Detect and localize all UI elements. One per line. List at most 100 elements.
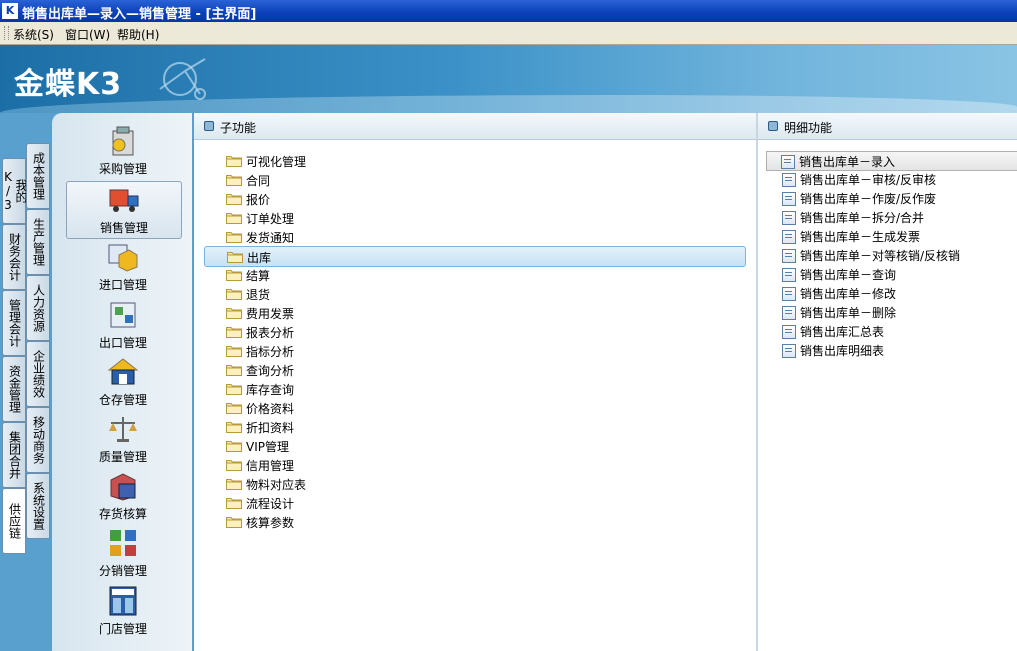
detail-item[interactable]: 销售出库单－删除 bbox=[768, 303, 1017, 321]
detail-item[interactable]: 销售出库单－作废/反作废 bbox=[768, 189, 1017, 207]
menu-window[interactable]: 窗口(W) bbox=[65, 26, 110, 43]
folder-icon bbox=[226, 175, 242, 186]
module-distribution[interactable]: 分销管理 bbox=[66, 525, 180, 581]
tab-my-k3[interactable]: 我的K/3 bbox=[1, 158, 28, 224]
folder-icon bbox=[226, 422, 242, 433]
detail-item[interactable]: 销售出库单－对等核销/反核销 bbox=[768, 246, 1017, 264]
subfunction-item[interactable]: 查询分析 bbox=[204, 360, 744, 379]
module-warehouse[interactable]: 仓存管理 bbox=[66, 354, 180, 410]
detail-label: 销售出库单－修改 bbox=[800, 287, 897, 301]
folder-icon bbox=[226, 346, 242, 357]
detail-item[interactable]: 销售出库单－拆分/合并 bbox=[768, 208, 1017, 226]
subfunction-item[interactable]: 费用发票 bbox=[204, 303, 744, 322]
menu-system[interactable]: 系统(S) bbox=[13, 26, 54, 43]
brand-banner: 金蝶K3 bbox=[0, 45, 1017, 113]
subfunction-item[interactable]: 发货通知 bbox=[204, 227, 744, 246]
module-sales[interactable]: 销售管理 bbox=[66, 181, 182, 239]
sales-truck-icon bbox=[109, 189, 139, 212]
tab-production-management[interactable]: 生产管理 bbox=[26, 209, 50, 275]
app-icon: K bbox=[2, 3, 18, 19]
folder-icon bbox=[226, 327, 242, 338]
subfunction-item[interactable]: 流程设计 bbox=[204, 493, 744, 512]
tab-cost-management[interactable]: 成本管理 bbox=[26, 143, 50, 209]
subfunction-label: 发货通知 bbox=[246, 231, 295, 245]
menu-bar: 系统(S) 窗口(W) 帮助(H) bbox=[0, 22, 1017, 45]
menu-help[interactable]: 帮助(H) bbox=[117, 26, 159, 43]
detail-label: 销售出库明细表 bbox=[800, 344, 885, 358]
detail-item[interactable]: 销售出库明细表 bbox=[768, 341, 1017, 359]
document-icon bbox=[782, 306, 796, 320]
folder-icon bbox=[226, 156, 242, 167]
module-quality[interactable]: 质量管理 bbox=[66, 411, 180, 467]
document-icon bbox=[782, 268, 796, 282]
module-shop[interactable]: 门店管理 bbox=[66, 583, 180, 639]
subfunction-item[interactable]: 出库 bbox=[204, 246, 746, 267]
subfunction-item[interactable]: 报价 bbox=[204, 189, 744, 208]
export-icon bbox=[110, 302, 136, 328]
subfunction-label: 指标分析 bbox=[246, 345, 295, 359]
module-inventory-calc[interactable]: 存货核算 bbox=[66, 468, 180, 524]
subfunction-item[interactable]: VIP管理 bbox=[204, 436, 744, 455]
document-icon bbox=[782, 344, 796, 358]
inventory-calc-icon bbox=[110, 473, 136, 501]
document-icon bbox=[782, 192, 796, 206]
tab-group-consolidation[interactable]: 集团合并 bbox=[2, 422, 26, 488]
tab-fund-management[interactable]: 资金管理 bbox=[2, 356, 26, 422]
tab-supply-chain[interactable]: 供应链 bbox=[2, 488, 26, 554]
detail-item[interactable]: 销售出库单－生成发票 bbox=[768, 227, 1017, 245]
subfunction-item[interactable]: 物料对应表 bbox=[204, 474, 744, 493]
subfunction-item[interactable]: 价格资料 bbox=[204, 398, 744, 417]
tab-mobile-commerce[interactable]: 移动商务 bbox=[26, 407, 50, 473]
subfunction-item[interactable]: 合同 bbox=[204, 170, 744, 189]
detail-header: 明细功能 bbox=[758, 113, 1017, 140]
subfunction-label: 出库 bbox=[247, 251, 272, 265]
subfunction-item[interactable]: 核算参数 bbox=[204, 512, 744, 531]
module-export[interactable]: 出口管理 bbox=[66, 297, 180, 353]
subfunction-item[interactable]: 可视化管理 bbox=[204, 151, 744, 170]
detail-item[interactable]: 销售出库单－录入 bbox=[766, 151, 1017, 171]
document-icon bbox=[782, 287, 796, 301]
detail-label: 销售出库单－查询 bbox=[800, 268, 897, 282]
subfunction-item[interactable]: 库存查询 bbox=[204, 379, 744, 398]
subfunction-pane: 子功能 可视化管理 合同 报价 订单处理 发货通知 出库 结算 退货 费用发票 报表分析 指标分析查… bbox=[194, 113, 756, 651]
subfunction-item[interactable]: 指标分析 bbox=[204, 341, 744, 360]
warehouse-icon bbox=[107, 358, 139, 385]
detail-label: 销售出库单－录入 bbox=[799, 155, 896, 169]
tab-financial-accounting[interactable]: 财务会计 bbox=[2, 224, 26, 290]
subfunction-item[interactable]: 订单处理 bbox=[204, 208, 744, 227]
detail-label: 销售出库单－拆分/合并 bbox=[800, 211, 925, 225]
folder-icon bbox=[226, 365, 242, 376]
detail-item[interactable]: 销售出库汇总表 bbox=[768, 322, 1017, 340]
tab-management-accounting[interactable]: 管理会计 bbox=[2, 290, 26, 356]
title-bar: K 销售出库单—录入—销售管理 - [主界面] bbox=[0, 0, 1017, 22]
folder-icon bbox=[227, 252, 243, 263]
subfunction-label: 合同 bbox=[246, 174, 271, 188]
subfunction-label: 订单处理 bbox=[246, 212, 295, 226]
subfunction-item[interactable]: 报表分析 bbox=[204, 322, 744, 341]
tab-system-settings[interactable]: 系统设置 bbox=[26, 473, 50, 539]
tab-human-resources[interactable]: 人力资源 bbox=[26, 275, 50, 341]
subfunction-label: 信用管理 bbox=[246, 459, 295, 473]
module-import[interactable]: 进口管理 bbox=[66, 239, 180, 295]
document-icon bbox=[781, 155, 795, 169]
menu-grip bbox=[4, 26, 9, 40]
detail-label: 销售出库汇总表 bbox=[800, 325, 885, 339]
detail-label: 销售出库单－生成发票 bbox=[800, 230, 921, 244]
subfunction-label: 库存查询 bbox=[246, 383, 295, 397]
folder-icon bbox=[226, 384, 242, 395]
subfunction-item[interactable]: 信用管理 bbox=[204, 455, 744, 474]
detail-item[interactable]: 销售出库单－审核/反审核 bbox=[768, 170, 1017, 188]
detail-item[interactable]: 销售出库单－查询 bbox=[768, 265, 1017, 283]
subfunction-label: 核算参数 bbox=[246, 516, 295, 530]
module-purchase[interactable]: 采购管理 bbox=[66, 123, 180, 179]
subfunction-item[interactable]: 折扣资料 bbox=[204, 417, 744, 436]
folder-icon bbox=[226, 479, 242, 490]
subfunction-item[interactable]: 退货 bbox=[204, 284, 744, 303]
tab-enterprise-performance[interactable]: 企业绩效 bbox=[26, 341, 50, 407]
subfunction-label: 价格资料 bbox=[246, 402, 295, 416]
subfunction-label: 物料对应表 bbox=[246, 478, 307, 492]
subfunction-item[interactable]: 结算 bbox=[204, 265, 744, 284]
folder-icon bbox=[226, 403, 242, 414]
subfunction-label: 费用发票 bbox=[246, 307, 295, 321]
detail-item[interactable]: 销售出库单－修改 bbox=[768, 284, 1017, 302]
